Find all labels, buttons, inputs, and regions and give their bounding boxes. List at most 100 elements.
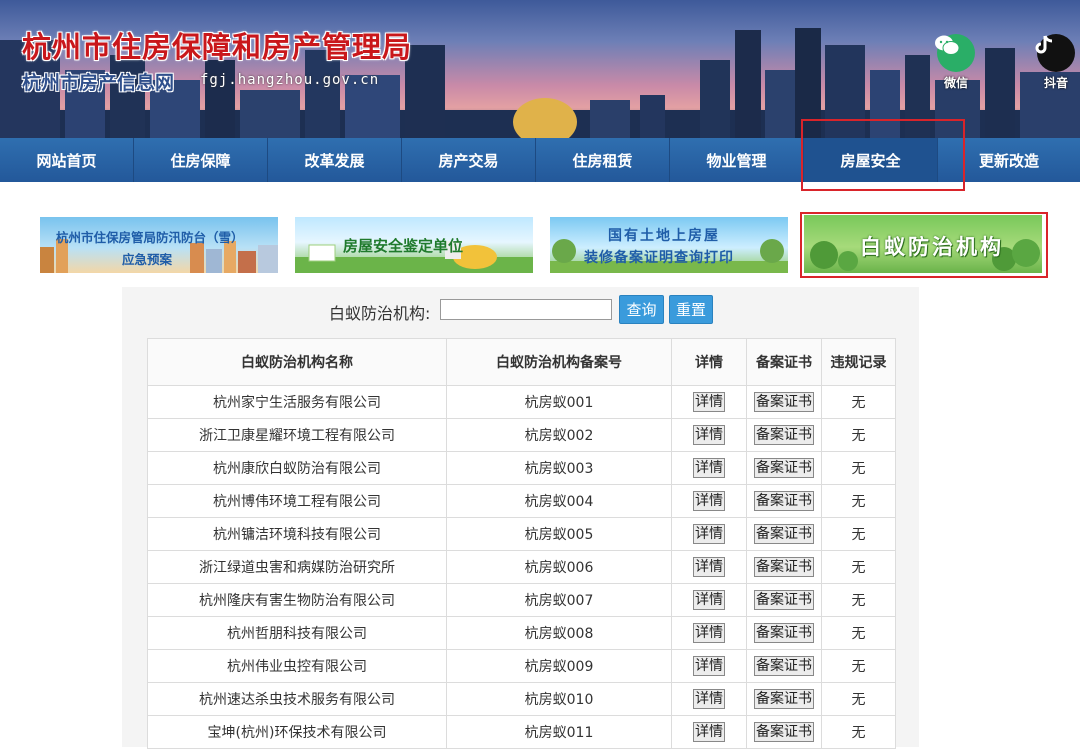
filing-number-cell: 杭房蚁009	[446, 649, 672, 683]
detail-button[interactable]: 详情	[693, 656, 725, 676]
tiktok-label: 抖音	[1043, 76, 1068, 90]
detail-button[interactable]: 详情	[693, 491, 725, 511]
wechat-label: 微信	[943, 76, 968, 90]
table-header-row: 白蚁防治机构名称 白蚁防治机构备案号 详情 备案证书 违规记录	[147, 338, 896, 386]
reset-button[interactable]: 重置	[669, 295, 713, 324]
col-header-filing-number: 白蚁防治机构备案号	[446, 338, 672, 386]
certificate-button[interactable]: 备案证书	[754, 425, 814, 445]
search-label: 白蚁防治机构:	[329, 304, 431, 323]
filing-number-cell: 杭房蚁002	[446, 418, 672, 452]
detail-cell: 详情	[671, 649, 747, 683]
detail-cell: 详情	[671, 484, 747, 518]
certificate-button[interactable]: 备案证书	[754, 623, 814, 643]
filing-number-cell: 杭房蚁006	[446, 550, 672, 584]
tile-flood-emergency-plan[interactable]: 杭州市住保房管局防汛防台（雪） 应急预案	[40, 217, 278, 273]
table-row: 杭州隆庆有害生物防治有限公司 杭房蚁007 详情 备案证书无	[147, 583, 896, 617]
certificate-cell: 备案证书	[746, 682, 822, 716]
tile-decoration-subtitle: 装修备案证明查询打印	[584, 250, 734, 266]
detail-cell: 详情	[671, 385, 747, 419]
detail-cell: 详情	[671, 550, 747, 584]
certificate-button[interactable]: 备案证书	[754, 557, 814, 577]
tile-flood-subtitle: 应急预案	[122, 252, 173, 267]
filing-number-cell: 杭房蚁005	[446, 517, 672, 551]
certificate-button[interactable]: 备案证书	[754, 689, 814, 709]
detail-cell: 详情	[671, 583, 747, 617]
violation-record-cell: 无	[821, 682, 896, 716]
violation-record-cell: 无	[821, 517, 896, 551]
tile-house-safety-appraisal[interactable]: 房屋安全鉴定单位	[295, 217, 533, 273]
detail-button[interactable]: 详情	[693, 557, 725, 577]
site-title: 杭州市住房保障和房产管理局	[22, 30, 413, 64]
certificate-cell: 备案证书	[746, 451, 822, 485]
org-name-cell: 浙江绿道虫害和病媒防治研究所	[147, 550, 447, 584]
org-name-cell: 宝坤(杭州)环保技术有限公司	[147, 715, 447, 749]
nav-item-property-trading[interactable]: 房产交易	[402, 138, 536, 182]
violation-record-cell: 无	[821, 418, 896, 452]
detail-button[interactable]: 详情	[693, 425, 725, 445]
violation-record-cell: 无	[821, 451, 896, 485]
nav-highlight-box	[801, 119, 965, 191]
detail-cell: 详情	[671, 517, 747, 551]
org-name-cell: 杭州博伟环境工程有限公司	[147, 484, 447, 518]
table-row: 浙江绿道虫害和病媒防治研究所 杭房蚁006 详情 备案证书无	[147, 550, 896, 584]
filing-number-cell: 杭房蚁004	[446, 484, 672, 518]
termite-org-table: 白蚁防治机构名称 白蚁防治机构备案号 详情 备案证书 违规记录 杭州家宁生活服务…	[147, 338, 896, 749]
violation-record-cell: 无	[821, 583, 896, 617]
header-banner: 杭州市住房保障和房产管理局 杭州市房产信息网 fgj.hangzhou.gov.…	[0, 0, 1080, 138]
table-body: 杭州家宁生活服务有限公司 杭房蚁001 详情 备案证书无浙江卫康星耀环境工程有限公司杭…	[147, 385, 896, 749]
certificate-cell: 备案证书	[746, 385, 822, 419]
detail-button[interactable]: 详情	[693, 392, 725, 412]
violation-record-cell: 无	[821, 385, 896, 419]
filing-number-cell: 杭房蚁011	[446, 715, 672, 749]
certificate-button[interactable]: 备案证书	[754, 458, 814, 478]
detail-cell: 详情	[671, 715, 747, 749]
table-row: 杭州家宁生活服务有限公司 杭房蚁001 详情 备案证书无	[147, 385, 896, 419]
tiktok-link[interactable]: 抖音	[1034, 34, 1078, 91]
certificate-button[interactable]: 备案证书	[754, 392, 814, 412]
detail-button[interactable]: 详情	[693, 458, 725, 478]
tile-flood-title: 杭州市住保房管局防汛防台（雪）	[56, 230, 244, 245]
org-name-cell: 杭州镛洁环境科技有限公司	[147, 517, 447, 551]
nav-item-housing-security[interactable]: 住房保障	[134, 138, 268, 182]
org-name-cell: 浙江卫康星耀环境工程有限公司	[147, 418, 447, 452]
detail-button[interactable]: 详情	[693, 722, 725, 742]
wechat-link[interactable]: 微信	[934, 34, 978, 91]
detail-button[interactable]: 详情	[693, 689, 725, 709]
violation-record-cell: 无	[821, 649, 896, 683]
org-name-cell: 杭州速达杀虫技术服务有限公司	[147, 682, 447, 716]
tile-appraisal-title: 房屋安全鉴定单位	[343, 237, 464, 255]
query-button[interactable]: 查询	[619, 295, 664, 324]
filing-number-cell: 杭房蚁010	[446, 682, 672, 716]
certificate-cell: 备案证书	[746, 616, 822, 650]
table-row: 杭州博伟环境工程有限公司 杭房蚁004 详情 备案证书无	[147, 484, 896, 518]
violation-record-cell: 无	[821, 484, 896, 518]
certificate-button[interactable]: 备案证书	[754, 590, 814, 610]
detail-cell: 详情	[671, 616, 747, 650]
detail-cell: 详情	[671, 418, 747, 452]
detail-button[interactable]: 详情	[693, 524, 725, 544]
certificate-button[interactable]: 备案证书	[754, 656, 814, 676]
tile-highlight-box	[800, 212, 1048, 278]
certificate-cell: 备案证书	[746, 484, 822, 518]
certificate-button[interactable]: 备案证书	[754, 491, 814, 511]
org-name-cell: 杭州康欣白蚁防治有限公司	[147, 451, 447, 485]
filing-number-cell: 杭房蚁003	[446, 451, 672, 485]
filing-number-cell: 杭房蚁008	[446, 616, 672, 650]
table-row: 杭州速达杀虫技术服务有限公司 杭房蚁010 详情 备案证书无	[147, 682, 896, 716]
nav-item-rental[interactable]: 住房租赁	[536, 138, 670, 182]
detail-button[interactable]: 详情	[693, 590, 725, 610]
certificate-button[interactable]: 备案证书	[754, 722, 814, 742]
nav-item-reform[interactable]: 改革发展	[268, 138, 402, 182]
certificate-button[interactable]: 备案证书	[754, 524, 814, 544]
nav-item-home[interactable]: 网站首页	[0, 138, 134, 182]
col-header-certificate: 备案证书	[746, 338, 822, 386]
nav-item-property-management[interactable]: 物业管理	[670, 138, 804, 182]
org-name-cell: 杭州哲朋科技有限公司	[147, 616, 447, 650]
detail-button[interactable]: 详情	[693, 623, 725, 643]
certificate-cell: 备案证书	[746, 583, 822, 617]
tile-decoration-filing-query[interactable]: 国有土地上房屋 装修备案证明查询打印	[550, 217, 788, 273]
termite-org-search-input[interactable]	[440, 299, 612, 320]
tiktok-icon	[1035, 34, 1075, 72]
certificate-cell: 备案证书	[746, 715, 822, 749]
wechat-icon	[935, 34, 975, 72]
